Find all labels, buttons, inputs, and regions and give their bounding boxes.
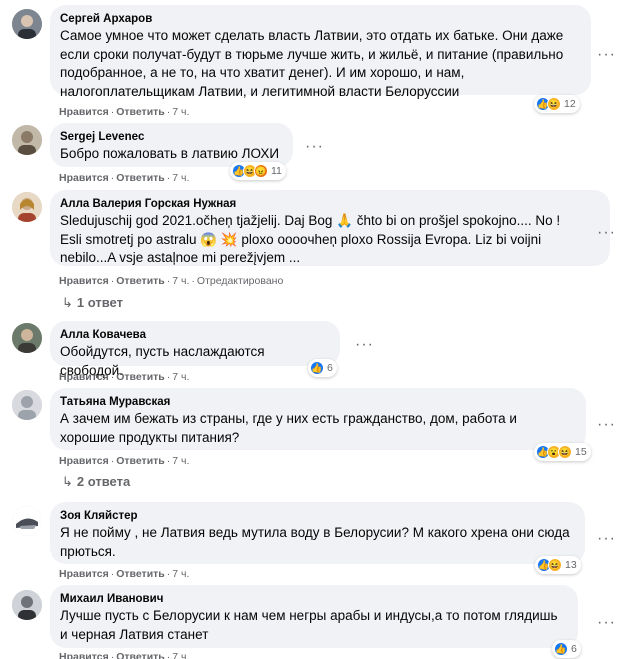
comment-text-line: прються.: [60, 543, 116, 559]
avatar[interactable]: [12, 590, 42, 620]
more-options-icon[interactable]: ···: [597, 615, 616, 631]
comment-actions: Нравится · Ответить · 7 ч.: [59, 651, 189, 659]
comment-author[interactable]: Зоя Кляйстер: [60, 509, 575, 524]
comment-actions: Нравится · Ответить · 7 ч.: [59, 455, 190, 467]
comment-actions: Нравится · Ответить · 7 ч. · Отредактировано: [59, 275, 284, 287]
reply-link[interactable]: Ответить: [116, 275, 165, 287]
reaction-count: 12: [564, 98, 576, 110]
like-link[interactable]: Нравится: [59, 172, 109, 184]
reaction-summary[interactable]: 👍 😆 13: [535, 556, 581, 574]
angry-reaction-icon: 😠: [254, 164, 268, 178]
reply-arrow-icon: ↳: [62, 474, 73, 489]
haha-reaction-icon: 😆: [547, 97, 561, 111]
like-link[interactable]: Нравится: [59, 371, 109, 383]
avatar[interactable]: [12, 9, 42, 39]
comment-actions: Нравится · Ответить · 7 ч.: [59, 371, 190, 383]
comment-text-line: и черная Латвия станет: [60, 626, 209, 642]
comment-author[interactable]: Алла Ковачева: [60, 328, 330, 343]
reaction-count: 15: [575, 446, 587, 458]
haha-reaction-icon: 😆: [548, 558, 562, 572]
comment-author[interactable]: Татьяна Муравская: [60, 395, 576, 410]
reaction-summary[interactable]: 👍 😆 😠 11: [230, 162, 286, 180]
comment-text-line: Я не пойму , не Латвия ведь мутила воду …: [60, 525, 570, 540]
timestamp[interactable]: 7 ч.: [172, 371, 189, 383]
more-options-icon[interactable]: ···: [597, 417, 616, 433]
reaction-count: 11: [271, 165, 282, 177]
reply-arrow-icon: ↳: [62, 295, 73, 310]
comment-text-line: налогоплательщикам Латвии, и легитимной …: [60, 83, 460, 99]
comment-bubble: Татьяна Муравская А зачем им бежать из с…: [50, 388, 586, 450]
reaction-count: 13: [565, 559, 577, 571]
comment-bubble: Михаил Иванович Лучше пусть с Белорусии …: [50, 585, 578, 648]
view-replies-link[interactable]: ↳ 1 ответ: [62, 295, 123, 311]
reaction-summary[interactable]: 👍 😮 😆 15: [534, 443, 591, 461]
reply-link[interactable]: Ответить: [116, 106, 165, 118]
avatar[interactable]: [12, 192, 42, 222]
comment-author[interactable]: Михаил Иванович: [60, 592, 568, 607]
more-options-icon[interactable]: ···: [597, 531, 616, 547]
like-link[interactable]: Нравится: [59, 455, 109, 467]
reply-link[interactable]: Ответить: [116, 371, 165, 383]
reaction-summary[interactable]: 👍 6: [552, 640, 581, 658]
avatar[interactable]: [12, 506, 42, 536]
like-link[interactable]: Нравится: [59, 651, 109, 659]
comment-author[interactable]: Сергей Архаров: [60, 12, 581, 27]
like-link[interactable]: Нравится: [59, 106, 109, 118]
reply-link[interactable]: Ответить: [116, 455, 165, 467]
comment-bubble: Sergej Levenec Бобро пожаловать в латвию…: [50, 123, 293, 167]
comment-bubble: Алла Валерия Горская Нужная Sledujuschij…: [50, 190, 610, 266]
reaction-summary[interactable]: 👍 6: [308, 359, 337, 377]
comment-text-line: если сроки получат-будут в тюрьме лучше …: [60, 46, 564, 62]
more-options-icon[interactable]: ···: [597, 47, 616, 63]
timestamp[interactable]: 7 ч.: [172, 106, 189, 118]
comment-bubble: Зоя Кляйстер Я не пойму , не Латвия ведь…: [50, 502, 585, 564]
comment-bubble: Сергей Архаров Самое умное что может сде…: [50, 5, 591, 99]
view-replies-link[interactable]: ↳ 2 ответа: [62, 474, 130, 490]
timestamp[interactable]: 7 ч.: [172, 455, 189, 467]
timestamp[interactable]: 7 ч.: [172, 568, 189, 580]
comment-author[interactable]: Sergej Levenec: [60, 130, 283, 145]
comment-bubble: Алла Ковачева Обойдутся, пусть наслаждаю…: [50, 321, 340, 378]
comment-text-line: Бобро пожаловать в латвию ЛОХИ: [60, 146, 280, 161]
reaction-count: 6: [571, 643, 577, 655]
comment-text-line: nebilo...A vsje astaļnoe mi perežįvjem .…: [60, 250, 301, 265]
more-options-icon[interactable]: ···: [597, 225, 616, 241]
timestamp[interactable]: 7 ч.: [172, 275, 189, 287]
more-options-icon[interactable]: ···: [305, 139, 324, 155]
like-reaction-icon: 👍: [310, 361, 324, 375]
more-options-icon[interactable]: ···: [355, 337, 374, 353]
like-link[interactable]: Нравится: [59, 568, 109, 580]
timestamp[interactable]: 7 ч.: [172, 172, 189, 184]
reaction-summary[interactable]: 👍 😆 12: [534, 95, 580, 113]
comment-text-line: Esli smotretj po astralu 😱 💥 ploxo ooooч…: [60, 231, 542, 247]
like-reaction-icon: 👍: [554, 642, 568, 656]
haha-reaction-icon: 😆: [558, 445, 572, 459]
reply-link[interactable]: Ответить: [116, 172, 165, 184]
comment-actions: Нравится · Ответить · 7 ч.: [59, 568, 190, 580]
comment-text-line: Самое умное что может сделать власть Лат…: [60, 28, 564, 43]
comment-text-line: хорошие продукты питания?: [60, 429, 240, 445]
comment-text-line: А зачем им бежать из страны, где у них е…: [60, 411, 517, 426]
comment-text-line: подобранное, а не то, на что хватит дене…: [60, 65, 465, 80]
comment-actions: Нравится · Ответить · 7 ч.: [59, 172, 190, 184]
like-link[interactable]: Нравится: [59, 275, 109, 287]
edited-label: Отредактировано: [196, 275, 284, 287]
avatar[interactable]: [12, 125, 42, 155]
comment-author[interactable]: Алла Валерия Горская Нужная: [60, 197, 600, 212]
timestamp[interactable]: 7 ч.: [172, 651, 189, 659]
avatar[interactable]: [12, 390, 42, 420]
comment-text-line: Лучше пусть с Белорусии к нам чем негры …: [60, 608, 558, 623]
comment-actions: Нравится · Ответить · 7 ч.: [59, 106, 190, 118]
avatar[interactable]: [12, 323, 42, 353]
reaction-count: 6: [327, 362, 333, 374]
reply-link[interactable]: Ответить: [116, 568, 165, 580]
comment-text-line: Sledujuschij god 2021.očheņ tjažjelij. D…: [60, 213, 561, 228]
reply-link[interactable]: Ответить: [116, 651, 165, 659]
